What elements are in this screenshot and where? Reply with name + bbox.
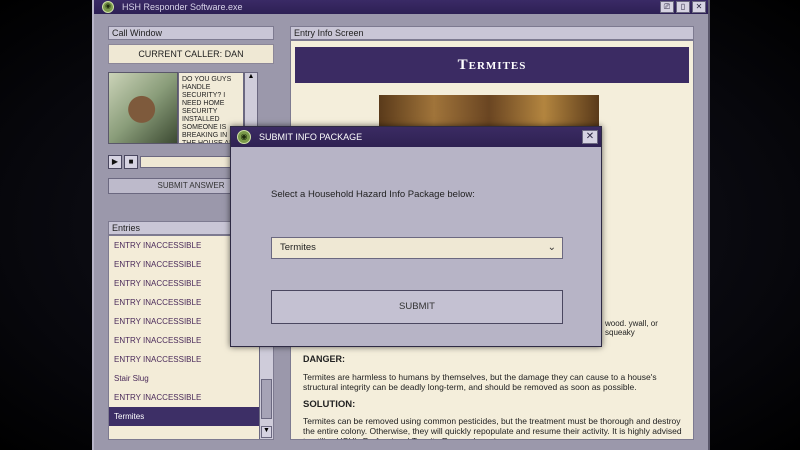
- hazard-package-select[interactable]: Termites ⌄: [271, 237, 563, 259]
- submit-info-package-dialog: ◉ SUBMIT INFO PACKAGE ✕ Select a Househo…: [230, 126, 602, 347]
- scroll-up-icon[interactable]: ▲: [248, 73, 255, 80]
- solution-text: Termites can be removed using common pes…: [303, 416, 682, 439]
- danger-label: DANGER:: [303, 354, 345, 364]
- entry-info-title: Entry Info Screen: [290, 26, 694, 40]
- chevron-down-icon: ⌄: [547, 242, 556, 253]
- scrollbar-thumb[interactable]: [261, 379, 272, 419]
- solution-label: SOLUTION:: [303, 399, 356, 410]
- danger-text: Termites are harmless to humans by thems…: [303, 372, 657, 392]
- list-item[interactable]: Stair Slug: [109, 369, 273, 388]
- app-titlebar: ◉ HSH Responder Software.exe ⎚ ▯ ✕: [94, 0, 708, 14]
- call-window-title: Call Window: [108, 26, 274, 40]
- caller-photo: [108, 72, 178, 144]
- hsh-logo-icon: ◉: [102, 1, 114, 13]
- maximize-button[interactable]: ▯: [676, 1, 690, 13]
- dialog-prompt: Select a Household Hazard Info Package b…: [271, 189, 475, 200]
- close-button[interactable]: ✕: [692, 1, 706, 13]
- dialog-close-button[interactable]: ✕: [582, 130, 598, 144]
- hsh-logo-icon: ◉: [237, 130, 251, 144]
- list-item-selected[interactable]: Termites: [109, 407, 273, 426]
- select-value: Termites: [280, 242, 316, 253]
- app-title: HSH Responder Software.exe: [122, 2, 243, 12]
- stop-button[interactable]: ■: [124, 155, 138, 169]
- current-caller-label: CURRENT CALLER: DAN: [108, 44, 274, 64]
- dialog-titlebar: ◉ SUBMIT INFO PACKAGE ✕: [231, 127, 601, 147]
- dialog-title: SUBMIT INFO PACKAGE: [259, 132, 363, 142]
- list-item[interactable]: ENTRY INACCESSIBLE: [109, 388, 273, 407]
- submit-button[interactable]: SUBMIT: [271, 290, 563, 324]
- entry-heading: Termites: [295, 47, 689, 83]
- list-item[interactable]: ENTRY INACCESSIBLE: [109, 350, 273, 369]
- scroll-down-icon[interactable]: ▼: [261, 426, 272, 438]
- play-button[interactable]: ▶: [108, 155, 122, 169]
- restore-button[interactable]: ⎚: [660, 1, 674, 13]
- entry-partial-text: wood. ywall, or squeaky: [605, 319, 658, 337]
